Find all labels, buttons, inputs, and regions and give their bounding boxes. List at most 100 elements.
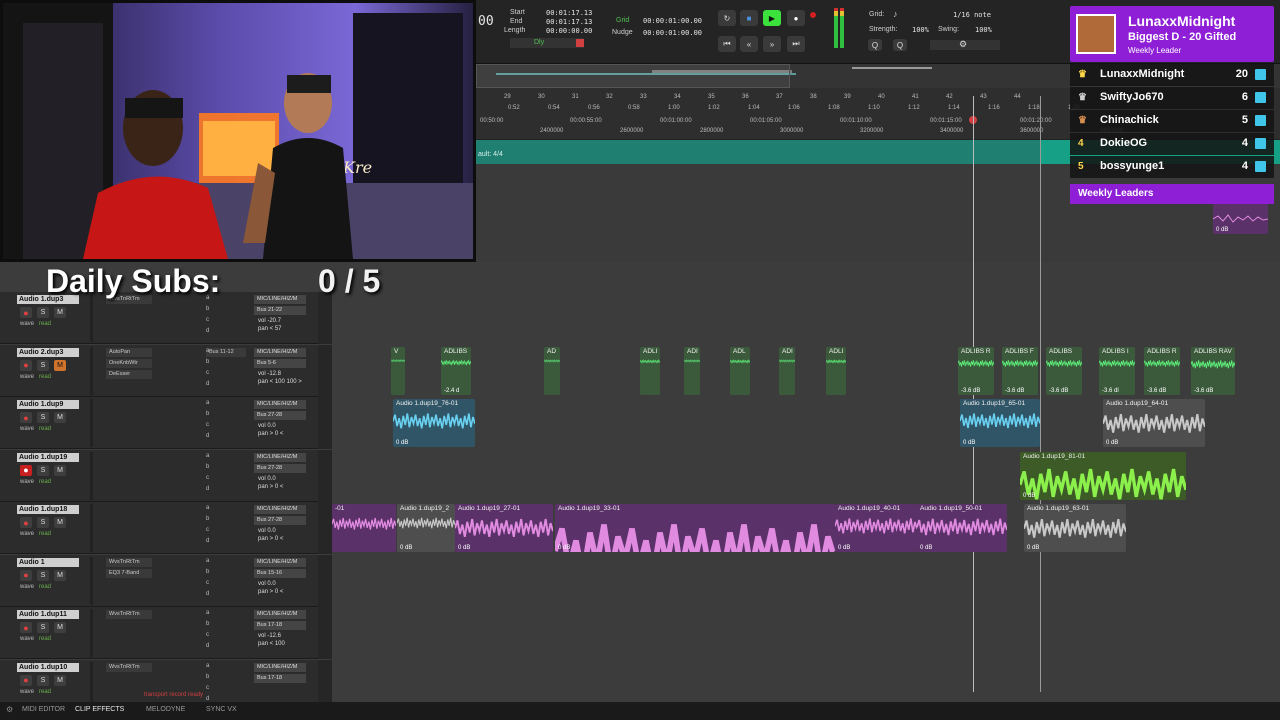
audio-clip[interactable]: ADLI xyxy=(826,346,846,395)
strength-value[interactable]: 100% xyxy=(912,26,929,34)
audio-clip[interactable]: Audio 1.dup19_33-01 0 dB xyxy=(555,504,835,552)
automation-mode[interactable]: read xyxy=(39,531,51,537)
automation-mode[interactable]: read xyxy=(39,426,51,432)
audio-clip[interactable]: ADLIBS -2.4 d xyxy=(441,346,471,395)
audio-clip[interactable]: ADLIBS RAV -3.6 dB xyxy=(1191,346,1235,395)
io-selector[interactable]: Bus 27-28 xyxy=(254,463,306,473)
automation-mode[interactable]: read xyxy=(39,479,51,485)
quantize-settings-icon[interactable]: Q xyxy=(893,39,907,51)
record-icon[interactable]: ● xyxy=(787,10,805,26)
fast-forward-icon[interactable]: » xyxy=(763,36,781,52)
record-enable-button[interactable]: ● xyxy=(20,517,32,528)
pan-readout[interactable]: pan < 100 100 > xyxy=(258,379,302,386)
track-name[interactable]: Audio 1.dup10 xyxy=(17,662,79,672)
quantize-options[interactable]: ⚙ xyxy=(930,39,1000,50)
mute-button[interactable]: M xyxy=(54,359,66,371)
audio-clip[interactable]: ADI xyxy=(779,346,795,395)
audio-clip[interactable]: ADLIBS R -3.6 dB xyxy=(958,346,994,395)
record-enable-button[interactable]: ● xyxy=(20,622,32,633)
io-selector[interactable]: Bus 5-6 xyxy=(254,358,306,368)
audio-clip[interactable]: ADLI xyxy=(640,346,660,395)
io-selector[interactable]: MIC/LINE/HIZ/M xyxy=(254,452,306,462)
solo-button[interactable]: S xyxy=(37,517,49,528)
quantize-icon[interactable]: Q xyxy=(868,39,882,51)
automation-mode[interactable]: read xyxy=(39,689,51,695)
audio-clip[interactable]: Audio 1.dup19_63-01 0 dB xyxy=(1024,504,1126,552)
automation-mode[interactable]: read xyxy=(39,321,51,327)
io-selector[interactable]: MIC/LINE/HIZ/M xyxy=(254,557,306,567)
pan-readout[interactable]: pan > 0 < xyxy=(258,431,283,438)
track-view-selector[interactable]: wave xyxy=(20,531,34,537)
track-view-selector[interactable]: wave xyxy=(20,584,34,590)
io-selector[interactable]: Bus 15-16 xyxy=(254,568,306,578)
track-view-selector[interactable]: wave xyxy=(20,426,34,432)
mute-button[interactable]: M xyxy=(54,307,66,318)
audio-clip[interactable]: Audio 1.dup19_40-01 0 dB xyxy=(835,504,917,552)
insert-slot[interactable]: OneKnbWtr xyxy=(106,358,152,368)
grid2-value[interactable]: 1/16 note xyxy=(953,11,991,19)
volume-readout[interactable]: vol 0.0 xyxy=(258,581,276,588)
insert-slot[interactable]: EQ3 7-Band xyxy=(106,568,152,578)
mute-button[interactable]: M xyxy=(54,569,66,581)
mute-button[interactable]: M xyxy=(54,464,66,476)
send-slot[interactable]: Bus 11-12 xyxy=(206,347,246,357)
insert-slot[interactable]: WvsTnRtTm xyxy=(106,662,152,672)
io-selector[interactable]: MIC/LINE/HIZ/M xyxy=(254,610,306,619)
automation-mode[interactable]: read xyxy=(39,636,51,642)
track-view-selector[interactable]: wave xyxy=(20,479,34,485)
volume-readout[interactable]: vol -20.7 xyxy=(258,318,281,325)
audio-clip[interactable]: V xyxy=(391,346,405,395)
loop-icon[interactable]: ↻ xyxy=(718,10,736,26)
pan-readout[interactable]: pan > 0 < xyxy=(258,589,283,596)
pan-readout[interactable]: pan < 100 xyxy=(258,641,285,648)
audio-clip[interactable]: Audio 1.dup19_81-01 0 dB xyxy=(1020,451,1186,500)
io-selector[interactable]: Bus 17-18 xyxy=(254,621,306,630)
io-selector[interactable]: MIC/LINE/HIZ/M xyxy=(254,662,306,672)
insert-slot[interactable]: WvsTnRtTm xyxy=(106,610,152,619)
insert-slot[interactable]: DeEsser xyxy=(106,369,152,379)
automation-mode[interactable]: read xyxy=(39,584,51,590)
io-selector[interactable]: MIC/LINE/HIZ/M xyxy=(254,400,306,409)
grid-value[interactable]: 00:00:01:00.00 xyxy=(643,17,702,25)
track-view-selector[interactable]: wave xyxy=(20,321,34,327)
solo-button[interactable]: S xyxy=(37,412,49,423)
track-name[interactable]: Audio 1.dup19 xyxy=(17,452,79,462)
bottom-tab[interactable]: SYNC VX xyxy=(206,706,237,713)
io-selector[interactable]: Bus 21-22 xyxy=(254,306,306,315)
mute-button[interactable]: M xyxy=(54,622,66,633)
record-enable-button[interactable]: ● xyxy=(20,569,32,581)
record-enable-button[interactable]: ● xyxy=(20,674,32,686)
track-name[interactable]: Audio 1.dup9 xyxy=(17,400,79,409)
pan-readout[interactable]: pan < 57 xyxy=(258,326,282,333)
solo-button[interactable]: S xyxy=(37,307,49,318)
io-selector[interactable]: Bus 27-28 xyxy=(254,516,306,525)
record-enable-button[interactable]: ● xyxy=(20,464,32,476)
play-icon[interactable]: ▶ xyxy=(763,10,781,26)
bottom-tab[interactable]: CLIP EFFECTS xyxy=(75,706,124,713)
settings-icon[interactable]: ⚙ xyxy=(6,705,13,714)
dly-label[interactable]: Dly xyxy=(534,39,544,46)
audio-clip[interactable]: AD xyxy=(544,346,560,395)
volume-readout[interactable]: vol 0.0 xyxy=(258,528,276,535)
record-enable-button[interactable]: ● xyxy=(20,412,32,423)
m-icon[interactable] xyxy=(576,39,584,47)
pan-readout[interactable]: pan > 0 < xyxy=(258,484,283,491)
overview-viewport[interactable] xyxy=(476,64,790,88)
swing-value[interactable]: 100% xyxy=(975,26,992,34)
track-view-selector[interactable]: wave xyxy=(20,689,34,695)
mute-button[interactable]: M xyxy=(54,674,66,686)
bottom-tab[interactable]: MELODYNE xyxy=(146,706,185,713)
audio-clip[interactable]: ADL xyxy=(730,346,750,395)
volume-readout[interactable]: vol 0.0 xyxy=(258,476,276,483)
solo-button[interactable]: S xyxy=(37,464,49,476)
go-to-end-icon[interactable]: ⏭ xyxy=(787,36,805,52)
end-value[interactable]: 00:01:17.13 xyxy=(546,18,592,26)
solo-button[interactable]: S xyxy=(37,359,49,371)
return-to-zero-icon[interactable]: ⏮ xyxy=(718,36,736,52)
mute-button[interactable]: M xyxy=(54,412,66,423)
audio-clip[interactable]: ADLIBS F -3.6 dB xyxy=(1002,346,1038,395)
track-view-selector[interactable]: wave xyxy=(20,374,34,380)
mute-button[interactable]: M xyxy=(54,517,66,528)
track-name[interactable]: Audio 2.dup3 xyxy=(17,347,79,357)
audio-clip[interactable]: ADI xyxy=(684,346,700,395)
